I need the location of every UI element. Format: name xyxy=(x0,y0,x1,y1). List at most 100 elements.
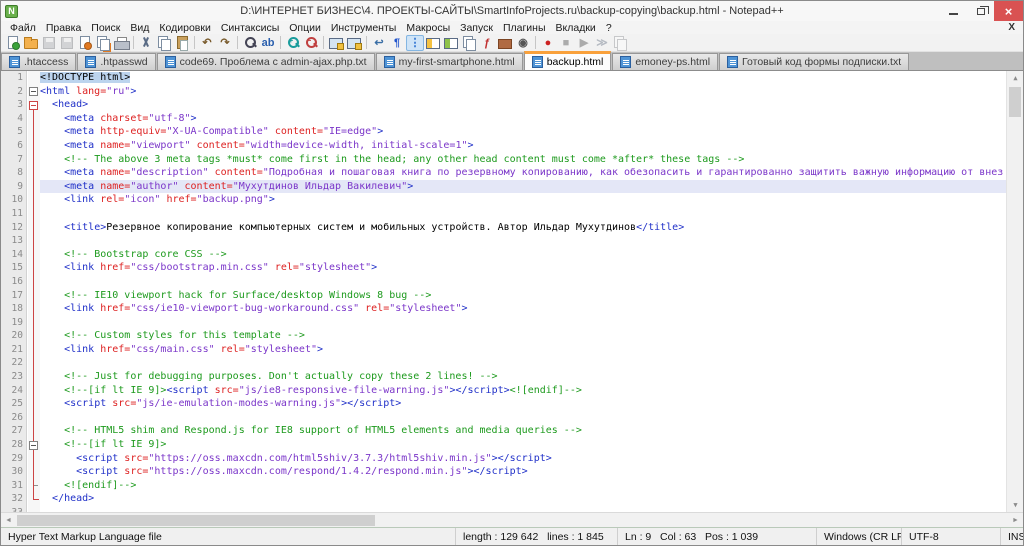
code-text: <link rel="icon" href="backup.png"> xyxy=(64,194,275,206)
tab-backup.html[interactable]: backup.html xyxy=(523,51,612,70)
horizontal-scroll-thumb[interactable] xyxy=(17,515,375,526)
menu-item-вкладки[interactable]: Вкладки xyxy=(551,22,601,34)
doc-map-icon[interactable] xyxy=(442,35,460,51)
macro-run-multi-icon[interactable]: ≫ xyxy=(593,35,611,51)
zoom-out-icon[interactable]: − xyxy=(302,35,320,51)
status-encoding[interactable]: UTF-8 xyxy=(902,528,1001,545)
toolbar-separator xyxy=(194,36,195,49)
toolbar-separator xyxy=(366,36,367,49)
new-file-icon[interactable] xyxy=(4,35,22,51)
scroll-right-arrow[interactable]: ► xyxy=(1008,513,1023,528)
tab-label: backup.html xyxy=(546,56,604,68)
copy-icon[interactable] xyxy=(155,35,173,51)
sync-scroll-h-icon[interactable] xyxy=(345,35,363,51)
paste-icon[interactable] xyxy=(173,35,191,51)
monitoring-eye-icon[interactable]: ◉ xyxy=(514,35,532,51)
code-line-9: 9 <meta name="author" content="Мухутдино… xyxy=(1,179,1006,194)
menu-item-поиск[interactable]: Поиск xyxy=(86,22,125,34)
scroll-down-arrow[interactable]: ▼ xyxy=(1007,498,1023,512)
menu-item-опции[interactable]: Опции xyxy=(284,22,326,34)
restore-icon xyxy=(976,5,989,15)
macro-stop-icon[interactable]: ■ xyxy=(557,35,575,51)
menu-item-запуск[interactable]: Запуск xyxy=(455,22,498,34)
tab-Готовый код формы подписки.txt[interactable]: Готовый код формы подписки.txt xyxy=(719,53,910,70)
function-list-icon[interactable]: ƒ xyxy=(478,35,496,51)
show-all-chars-icon[interactable]: ¶ xyxy=(388,35,406,51)
user-define-dialog-icon[interactable] xyxy=(424,35,442,51)
fold-toggle-head[interactable] xyxy=(29,100,38,110)
code-text: <!-- Just for debugging purposes. Don't … xyxy=(64,371,498,383)
word-wrap-icon[interactable]: ↩ xyxy=(370,35,388,51)
tab-emoney-ps.html[interactable]: emoney-ps.html xyxy=(612,53,719,70)
scroll-left-arrow[interactable]: ◄ xyxy=(1,513,16,528)
code-area[interactable]: 1 <!DOCTYPE html> 2 <html lang="ru"> 3 <head… xyxy=(1,71,1006,512)
menu-item-инструменты[interactable]: Инструменты xyxy=(326,22,401,34)
code-line-14: 14 <!-- Bootstrap core CSS --> xyxy=(1,248,1006,262)
code-text: <head> xyxy=(52,99,89,111)
menu-items: Файл Правка Поиск Вид Кодировки Синтаксисы Опц… xyxy=(1,22,617,34)
tab-code69. Проблема с admin-ajax.php.txt[interactable]: code69. Проблема с admin-ajax.php.txt xyxy=(156,53,375,70)
menu-item-плагины[interactable]: Плагины xyxy=(498,22,551,34)
status-typing-mode[interactable]: INS xyxy=(1001,528,1023,545)
line-number: 14 xyxy=(11,248,23,260)
code-text: <script src="https://oss.maxcdn.com/html… xyxy=(76,452,552,464)
fold-toggle-conditional[interactable] xyxy=(29,440,38,450)
menu-item-правка[interactable]: Правка xyxy=(41,22,86,34)
zoom-out-icon: − xyxy=(305,36,318,49)
fold-toggle-html[interactable] xyxy=(29,87,38,96)
tab-label: .htpasswd xyxy=(100,56,148,68)
tab-.htpasswd[interactable]: .htpasswd xyxy=(77,53,156,70)
zoom-in-icon[interactable]: + xyxy=(284,35,302,51)
code-line-5: 5 <meta http-equiv="X-UA-Compatible" con… xyxy=(1,125,1006,139)
line-number: 32 xyxy=(11,493,23,505)
redo-icon[interactable]: ↷ xyxy=(216,35,234,51)
open-file-icon[interactable] xyxy=(22,35,40,51)
horizontal-scrollbar[interactable]: ◄ ► xyxy=(1,512,1023,527)
menu-item-help[interactable]: ? xyxy=(601,22,617,34)
close-button[interactable]: × xyxy=(994,1,1023,21)
status-eol-format[interactable]: Windows (CR LF) xyxy=(817,528,902,545)
close-document-button[interactable]: X xyxy=(1008,22,1015,33)
menu-item-файл[interactable]: Файл xyxy=(5,22,41,34)
fold-end-corner xyxy=(33,499,39,500)
file-icon xyxy=(85,56,97,68)
macro-record-icon[interactable]: ● xyxy=(539,35,557,51)
menu-item-синтаксисы[interactable]: Синтаксисы xyxy=(216,22,284,34)
folder-workspace-icon[interactable] xyxy=(496,35,514,51)
close-icon: × xyxy=(1004,3,1013,19)
close-file-icon[interactable] xyxy=(76,35,94,51)
close-all-icon[interactable] xyxy=(94,35,112,51)
vertical-scrollbar[interactable]: ▲ ▼ xyxy=(1006,71,1023,512)
zoom-in-icon: + xyxy=(287,36,300,49)
macro-save-icon[interactable] xyxy=(611,35,629,51)
line-number: 30 xyxy=(11,466,23,478)
tab-my-first-smartphone.html[interactable]: my-first-smartphone.html xyxy=(375,53,523,70)
tab-.htaccess[interactable]: .htaccess xyxy=(1,53,77,70)
menu-item-макросы[interactable]: Макросы xyxy=(401,22,455,34)
menu-item-вид[interactable]: Вид xyxy=(125,22,154,34)
macro-play-icon[interactable]: ▶ xyxy=(575,35,593,51)
replace-icon[interactable]: ab xyxy=(259,35,277,51)
undo-icon[interactable]: ↶ xyxy=(198,35,216,51)
save-icon[interactable] xyxy=(40,35,58,51)
undo-icon: ↶ xyxy=(202,36,212,49)
line-number: 1 xyxy=(17,72,23,83)
line-number: 19 xyxy=(11,316,23,328)
restore-button[interactable] xyxy=(967,1,994,21)
macro-stop-icon: ■ xyxy=(562,36,570,49)
file-icon xyxy=(164,56,176,68)
doc-switcher-icon[interactable] xyxy=(460,35,478,51)
indent-guide-icon[interactable]: ⋮ xyxy=(406,34,424,51)
vertical-scroll-thumb[interactable] xyxy=(1009,87,1021,117)
save-all-icon[interactable] xyxy=(58,35,76,51)
scroll-up-arrow[interactable]: ▲ xyxy=(1007,71,1023,85)
menu-item-кодировки[interactable]: Кодировки xyxy=(154,22,215,34)
find-icon[interactable] xyxy=(241,35,259,51)
title-bar: N D:\ИНТЕРНЕТ БИЗНЕС\4. ПРОЕКТЫ-САЙТЫ\Sm… xyxy=(1,1,1023,21)
sync-scroll-v-icon[interactable] xyxy=(327,35,345,51)
print-icon[interactable] xyxy=(112,35,130,51)
minimize-button[interactable] xyxy=(940,1,967,21)
code-line-17: 17 <!-- IE10 viewport hack for Surface/d… xyxy=(1,289,1006,303)
editor[interactable]: 1 <!DOCTYPE html> 2 <html lang="ru"> 3 <head… xyxy=(1,71,1023,512)
cut-icon[interactable] xyxy=(137,35,155,51)
